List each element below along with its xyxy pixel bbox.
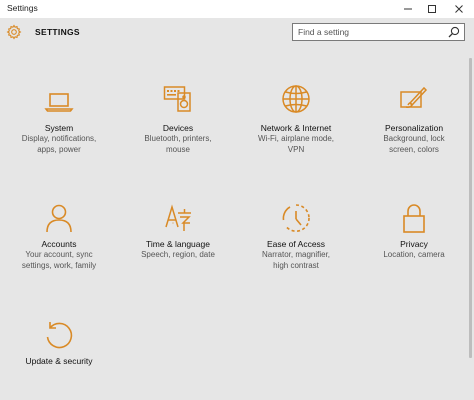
category-devices[interactable]: Devices Bluetooth, printers,mouse bbox=[123, 84, 233, 164]
scrollbar-thumb[interactable] bbox=[469, 58, 472, 358]
category-description: Your account, syncsettings, work, family bbox=[4, 250, 114, 271]
scrollbar[interactable] bbox=[466, 48, 474, 369]
window-title: Settings bbox=[7, 3, 38, 13]
category-description: Wi-Fi, airplane mode,VPN bbox=[241, 134, 351, 155]
category-name: Update & security bbox=[4, 356, 114, 366]
minimize-button[interactable] bbox=[397, 0, 419, 18]
refresh-icon bbox=[44, 320, 74, 350]
maximize-button[interactable] bbox=[421, 0, 443, 18]
category-time-language[interactable]: Time & language Speech, region, date bbox=[123, 203, 233, 283]
category-name: Personalization bbox=[359, 123, 469, 133]
minimize-icon bbox=[403, 4, 413, 14]
category-description: Bluetooth, printers,mouse bbox=[123, 134, 233, 155]
category-accounts[interactable]: Accounts Your account, syncsettings, wor… bbox=[4, 203, 114, 283]
category-system[interactable]: System Display, notifications,apps, powe… bbox=[4, 87, 114, 167]
search-box[interactable] bbox=[292, 23, 465, 41]
settings-header: SETTINGS bbox=[0, 18, 474, 48]
globe-icon bbox=[281, 84, 311, 114]
time-language-icon bbox=[163, 203, 193, 233]
category-personalization[interactable]: Personalization Background, lockscreen, … bbox=[359, 84, 469, 164]
category-description: Background, lockscreen, colors bbox=[359, 134, 469, 155]
ease-of-access-icon bbox=[281, 203, 311, 233]
laptop-icon bbox=[44, 87, 74, 117]
category-ease-of-access[interactable]: Ease of Access Narrator, magnifier,high … bbox=[241, 203, 351, 283]
category-name: Network & Internet bbox=[241, 123, 351, 133]
page-title: SETTINGS bbox=[35, 27, 80, 37]
category-name: Accounts bbox=[4, 239, 114, 249]
category-description: Display, notifications,apps, power bbox=[4, 134, 114, 155]
category-description: Location, camera bbox=[359, 250, 469, 261]
paint-brush-icon bbox=[399, 84, 429, 114]
category-name: Time & language bbox=[123, 239, 233, 249]
search-input[interactable] bbox=[293, 24, 448, 40]
category-name: Devices bbox=[123, 123, 233, 133]
maximize-icon bbox=[427, 4, 437, 14]
close-icon bbox=[454, 4, 464, 14]
close-button[interactable] bbox=[448, 0, 470, 18]
category-update-security[interactable]: Update & security bbox=[4, 320, 114, 400]
category-privacy[interactable]: Privacy Location, camera bbox=[359, 203, 469, 283]
category-name: Privacy bbox=[359, 239, 469, 249]
category-name: Ease of Access bbox=[241, 239, 351, 249]
person-icon bbox=[44, 203, 74, 233]
category-description: Speech, region, date bbox=[123, 250, 233, 261]
title-bar: Settings bbox=[0, 0, 474, 18]
keyboard-speaker-icon bbox=[163, 84, 193, 114]
padlock-icon bbox=[399, 203, 429, 233]
category-description: Narrator, magnifier,high contrast bbox=[241, 250, 351, 271]
search-icon[interactable] bbox=[448, 26, 460, 38]
category-name: System bbox=[4, 123, 114, 133]
gear-icon bbox=[6, 24, 22, 40]
category-network-internet[interactable]: Network & Internet Wi-Fi, airplane mode,… bbox=[241, 84, 351, 164]
